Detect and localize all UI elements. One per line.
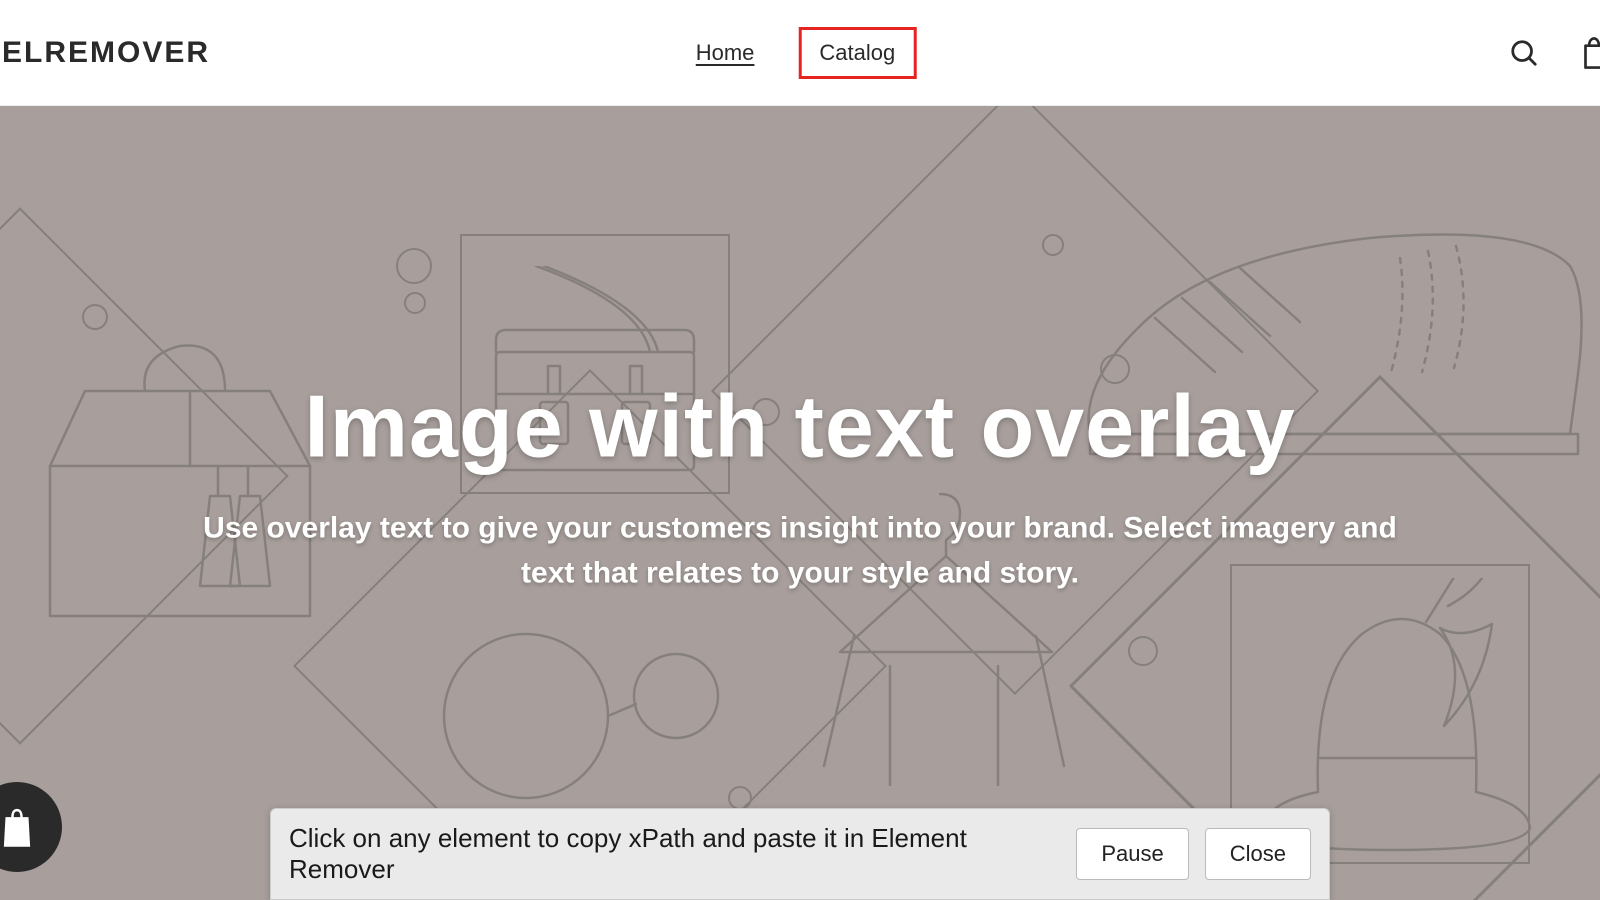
site-header: ELREMOVER Home Catalog [0,0,1600,106]
hero-section: Image with text overlay Use overlay text… [0,106,1600,900]
decor-circle [404,292,426,314]
close-button[interactable]: Close [1205,828,1311,880]
nav-home[interactable]: Home [684,32,767,74]
search-icon[interactable] [1508,37,1540,69]
header-icon-group [1508,37,1600,69]
toolbar-message: Click on any element to copy xPath and p… [289,823,1076,885]
brand-logo[interactable]: ELREMOVER [0,36,210,70]
hero-text-overlay: Image with text overlay Use overlay text… [200,375,1400,595]
bag-icon[interactable] [1578,37,1600,69]
element-remover-toolbar: Click on any element to copy xPath and p… [270,808,1330,900]
main-nav: Home Catalog [684,27,917,79]
decor-circle [396,248,432,284]
nav-catalog[interactable]: Catalog [798,27,916,79]
hero-title: Image with text overlay [200,375,1400,477]
pause-button[interactable]: Pause [1076,828,1188,880]
toolbar-button-group: Pause Close [1076,828,1311,880]
bag-icon [0,804,37,850]
hero-subtitle: Use overlay text to give your customers … [200,505,1400,595]
